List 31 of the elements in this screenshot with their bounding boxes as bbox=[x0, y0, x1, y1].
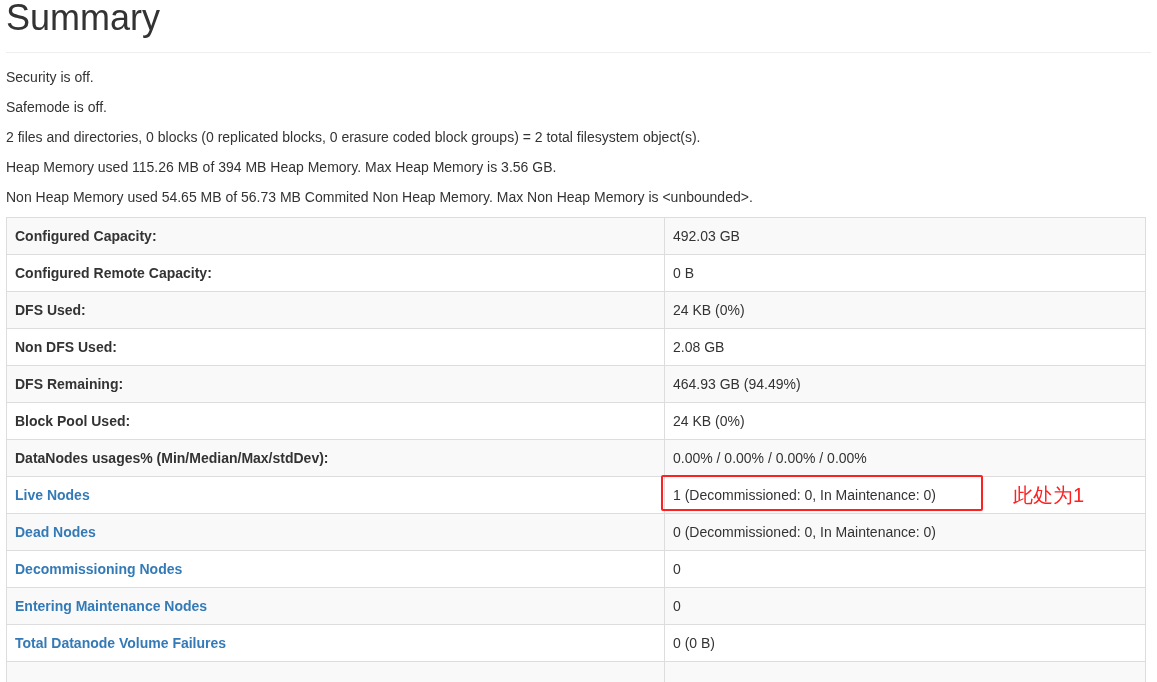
status-text: Security is off. bbox=[6, 68, 94, 87]
page-title: Summary bbox=[6, 0, 161, 53]
field-value: 0 bbox=[673, 597, 681, 614]
nodes-link[interactable]: Dead Nodes bbox=[15, 523, 96, 540]
field-label: Configured Capacity: bbox=[15, 227, 157, 244]
field-value: 0 bbox=[673, 560, 681, 577]
field-value: 2.08 GB bbox=[673, 338, 725, 355]
field-label: Block Pool Used: bbox=[15, 412, 131, 429]
field-label: DataNodes usages% (Min/Median/Max/stdDev): bbox=[15, 449, 329, 466]
field-value: 0 (0 B) bbox=[673, 634, 715, 651]
nodes-link[interactable]: Live Nodes bbox=[15, 486, 90, 503]
nodes-link[interactable]: Entering Maintenance Nodes bbox=[15, 597, 208, 614]
nodes-link[interactable]: Decommissioning Nodes bbox=[15, 560, 183, 577]
annotation-text: 此处为1 bbox=[1013, 483, 1085, 507]
field-value: 492.03 GB bbox=[673, 227, 740, 244]
field-value: 464.93 GB (94.49%) bbox=[673, 375, 801, 392]
field-label: Non DFS Used: bbox=[15, 338, 117, 355]
field-label: Configured Remote Capacity: bbox=[15, 264, 212, 281]
field-label: DFS Used: bbox=[15, 301, 86, 318]
field-value: 0 B bbox=[673, 264, 694, 281]
field-value: 24 KB (0%) bbox=[673, 301, 745, 318]
field-value: 0 (Decommissioned: 0, In Maintenance: 0) bbox=[673, 523, 936, 540]
field-value: 1 (Decommissioned: 0, In Maintenance: 0) bbox=[673, 486, 936, 503]
status-text: Safemode is off. bbox=[6, 98, 107, 117]
status-text: Heap Memory used 115.26 MB of 394 MB Heap Memory. Max Heap Memory is 3.56 GB. bbox=[6, 158, 557, 177]
field-value: 0.00% / 0.00% / 0.00% / 0.00% bbox=[673, 449, 867, 466]
field-value: 24 KB (0%) bbox=[673, 412, 745, 429]
status-text: Non Heap Memory used 54.65 MB of 56.73 MB Commited Non Heap Memory. Max Non Heap Memory is <unbounded>. bbox=[6, 188, 753, 207]
status-text: 2 files and directories, 0 blocks (0 replicated blocks, 0 erasure coded block groups) = 2 total filesystem object(s). bbox=[6, 128, 701, 147]
nodes-link[interactable]: Total Datanode Volume Failures bbox=[15, 634, 227, 651]
field-label: DFS Remaining: bbox=[15, 375, 124, 392]
